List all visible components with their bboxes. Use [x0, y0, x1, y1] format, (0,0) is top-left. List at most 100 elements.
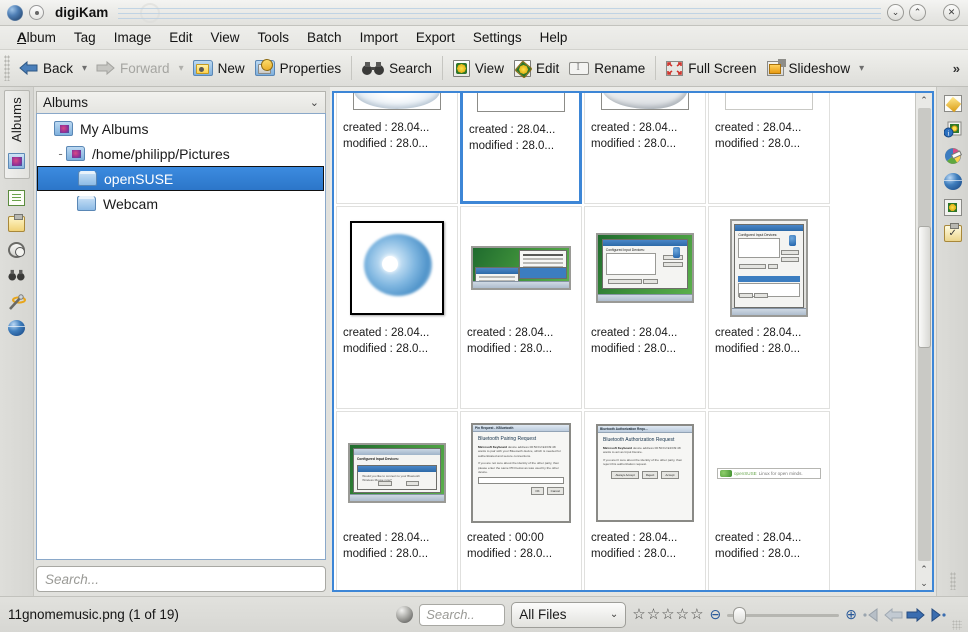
- previous-image-button[interactable]: [884, 608, 903, 622]
- album-search-input[interactable]: Search...: [36, 566, 326, 592]
- thumbnail-cell[interactable]: Pin Request - KBluetooth Bluetooth Pairi…: [460, 411, 582, 590]
- scrollbar-thumb[interactable]: [918, 226, 931, 348]
- menu-edit[interactable]: Edit: [160, 28, 201, 47]
- forward-history-caret-icon[interactable]: ▾: [175, 63, 188, 74]
- menu-tools[interactable]: Tools: [249, 28, 299, 47]
- sidebar-tab-albums[interactable]: Albums: [4, 90, 30, 179]
- close-button[interactable]: ✕: [943, 4, 960, 21]
- thumbnail-view[interactable]: created : 28.04... modified : 28.0...: [332, 91, 934, 592]
- thumbnail-cell[interactable]: Configured Input Devices:: [708, 206, 830, 409]
- fullscreen-button[interactable]: Full Screen: [661, 58, 761, 79]
- thumbnail-cell[interactable]: Configured Input Devices: Would you like…: [336, 411, 458, 590]
- captions-check-icon[interactable]: [944, 225, 962, 242]
- thumbnail-cell[interactable]: created : 28.04... modified : 28.0...: [708, 93, 830, 204]
- star-icon-4[interactable]: ☆: [676, 607, 689, 622]
- current-file-label: 11gnomemusic.png (1 of 19): [8, 607, 179, 622]
- menu-view[interactable]: View: [202, 28, 249, 47]
- menu-help[interactable]: Help: [531, 28, 577, 47]
- rename-button[interactable]: Rename: [564, 58, 650, 79]
- back-history-caret-icon[interactable]: ▾: [78, 63, 91, 74]
- labels-clipboard-icon[interactable]: [8, 216, 25, 232]
- tree-item-pictures[interactable]: - /home/philipp/Pictures: [37, 141, 325, 166]
- new-album-button[interactable]: New: [188, 57, 250, 79]
- next-image-button[interactable]: [906, 608, 925, 622]
- menu-import[interactable]: Import: [351, 28, 407, 47]
- colors-histogram-icon[interactable]: [944, 147, 962, 164]
- thumbnail-cell[interactable]: Configured Input Devices:: [584, 206, 706, 409]
- thumbnail-grid[interactable]: created : 28.04... modified : 28.0...: [334, 93, 915, 590]
- window-menu-icon[interactable]: [29, 5, 44, 20]
- thumbnail-cell[interactable]: Bluetooth Authorization Requ... Bluetoot…: [584, 411, 706, 590]
- tree-twisty[interactable]: -: [55, 146, 66, 161]
- scrollbar-track[interactable]: [918, 108, 931, 561]
- zoom-slider[interactable]: [727, 606, 839, 624]
- menu-batch[interactable]: Batch: [298, 28, 351, 47]
- rating-filter[interactable]: ☆ ☆ ☆ ☆ ☆: [632, 607, 703, 622]
- thumbnail-cell[interactable]: created : 28.04... modified : 28.0...: [336, 93, 458, 204]
- dialog-paragraph-2: If you are not sure about the identity o…: [478, 461, 564, 474]
- forward-button[interactable]: Forward: [91, 58, 175, 79]
- view-button[interactable]: View: [448, 57, 509, 80]
- searches-binoculars-icon[interactable]: [8, 268, 25, 284]
- menu-export[interactable]: Export: [407, 28, 464, 47]
- timeline-clock-icon[interactable]: [8, 242, 25, 258]
- star-icon-3[interactable]: ☆: [661, 607, 674, 622]
- album-tree[interactable]: My Albums - /home/philipp/Pictures openS…: [36, 113, 326, 560]
- slideshow-caret-icon[interactable]: ▾: [855, 63, 868, 74]
- star-icon-5[interactable]: ☆: [690, 607, 703, 622]
- toolbar-grip[interactable]: [4, 55, 10, 81]
- modified-text: modified : 28.0...: [343, 341, 457, 357]
- search-button[interactable]: Search: [357, 58, 437, 79]
- always-accept-button[interactable]: Always Accept: [611, 471, 638, 479]
- caption-tags-icon[interactable]: [944, 95, 962, 112]
- menu-album[interactable]: AAlbum: [8, 28, 65, 47]
- scroll-up-button[interactable]: ⌃: [917, 93, 932, 107]
- thumbnail-cell[interactable]: created : 28.04... modified : 28.0...: [584, 93, 706, 204]
- slideshow-button[interactable]: Slideshow: [762, 58, 856, 79]
- zoom-out-icon[interactable]: ⊖: [710, 606, 722, 623]
- fuzzy-search-wand-icon[interactable]: [8, 294, 25, 310]
- tree-item-opensuse[interactable]: openSUSE: [37, 166, 324, 191]
- scroll-page-up-button[interactable]: ⌃: [917, 562, 932, 576]
- tree-item-my-albums[interactable]: My Albums: [37, 116, 325, 141]
- status-search-input[interactable]: Search..: [419, 604, 505, 626]
- toolbar-overflow-button[interactable]: »: [953, 61, 960, 76]
- maps-thumbnail-icon[interactable]: [944, 199, 962, 216]
- last-image-button[interactable]: [928, 608, 946, 622]
- dialog-paragraph-1: Microsoft Keyboard device address 00:50:…: [603, 446, 687, 455]
- thumbnail-cell-selected[interactable]: created : 28.04... modified : 28.0...: [460, 93, 582, 204]
- minimize-button[interactable]: ⌄: [887, 4, 904, 21]
- albums-panel-collapse-icon[interactable]: ⌄: [310, 96, 319, 109]
- first-image-button[interactable]: [863, 608, 881, 622]
- tags-list-icon[interactable]: [8, 190, 25, 206]
- pin-input[interactable]: [478, 477, 564, 484]
- reject-button[interactable]: Reject: [642, 471, 659, 479]
- thumbnail-cell[interactable]: created : 28.04... modified : 28.0...: [336, 206, 458, 409]
- ok-button[interactable]: OK: [531, 487, 543, 495]
- menu-tag[interactable]: Tag: [65, 28, 105, 47]
- accept-button[interactable]: Accept: [661, 471, 678, 479]
- thumbnail-cell[interactable]: created : 28.04... modified : 28.0...: [460, 206, 582, 409]
- properties-button[interactable]: Properties: [250, 57, 347, 79]
- back-button[interactable]: Back: [14, 58, 78, 79]
- star-icon-2[interactable]: ☆: [647, 607, 660, 622]
- menu-image[interactable]: Image: [105, 28, 161, 47]
- resize-grip[interactable]: [952, 620, 962, 630]
- map-globe-icon[interactable]: [8, 320, 25, 336]
- cancel-button[interactable]: Cancel: [547, 487, 564, 495]
- edit-button[interactable]: Edit: [509, 57, 564, 80]
- thumbnail-image: Configured Input Devices:: [596, 233, 694, 303]
- zoom-slider-handle[interactable]: [733, 607, 746, 624]
- star-icon-1[interactable]: ☆: [632, 607, 645, 622]
- image-information-icon[interactable]: i: [944, 121, 962, 138]
- zoom-in-icon[interactable]: ⊕: [845, 606, 857, 623]
- tree-item-webcam[interactable]: Webcam: [37, 191, 325, 216]
- thumbnail-scrollbar[interactable]: ⌃ ⌃ ⌄: [915, 93, 932, 590]
- right-rail-grip[interactable]: [950, 572, 956, 590]
- file-filter-select[interactable]: All Files ⌄: [511, 602, 626, 628]
- geolocation-globe-icon[interactable]: [944, 173, 962, 190]
- thumbnail-cell[interactable]: openSUSE Linux for open minds. created :…: [708, 411, 830, 590]
- menu-settings[interactable]: Settings: [464, 28, 531, 47]
- scroll-down-button[interactable]: ⌄: [917, 576, 932, 590]
- maximize-button[interactable]: ⌃: [909, 4, 926, 21]
